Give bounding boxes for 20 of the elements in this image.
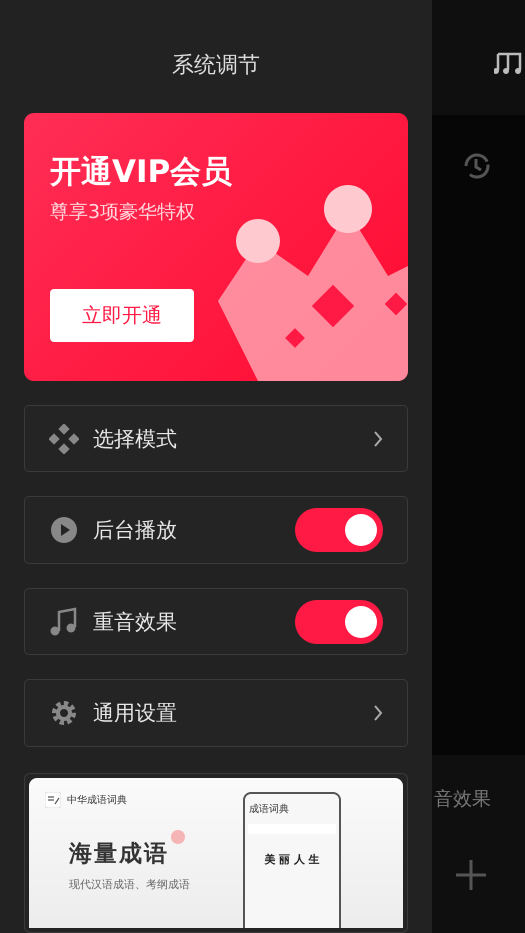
effect-label: 音效果 xyxy=(434,787,491,812)
activate-button[interactable]: 立即开通 xyxy=(50,289,194,342)
phone-title: 成语词典 xyxy=(249,802,289,816)
row-label: 选择模式 xyxy=(93,426,178,453)
ad-banner[interactable]: 中华成语词典 海量成语 现代汉语成语、考纲成语 成语词典 美 丽 人 生 xyxy=(24,772,408,933)
vip-banner[interactable]: 开通VIP会员 尊享3项豪华特权 立即开通 xyxy=(24,113,408,381)
settings-row[interactable]: 重音效果 xyxy=(24,588,408,656)
row-label: 重音效果 xyxy=(93,608,178,636)
ad-brand: 中华成语词典 xyxy=(67,794,127,807)
phone-word: 美 丽 人 生 xyxy=(264,852,320,867)
settings-row[interactable]: 选择模式 xyxy=(24,404,408,472)
vip-title: 开通VIP会员 xyxy=(50,153,232,192)
ad-headline: 海量成语 xyxy=(69,838,169,869)
drawer-title: 系统调节 xyxy=(171,52,261,80)
row-label: 后台播放 xyxy=(93,517,178,544)
vip-subtitle: 尊享3项豪华特权 xyxy=(50,200,196,226)
settings-row[interactable]: 后台播放 xyxy=(24,496,408,564)
settings-row[interactable]: 通用设置 xyxy=(24,679,408,747)
row-label: 通用设置 xyxy=(93,700,178,728)
ad-tagline: 现代汉语成语、考纲成语 xyxy=(69,876,190,892)
